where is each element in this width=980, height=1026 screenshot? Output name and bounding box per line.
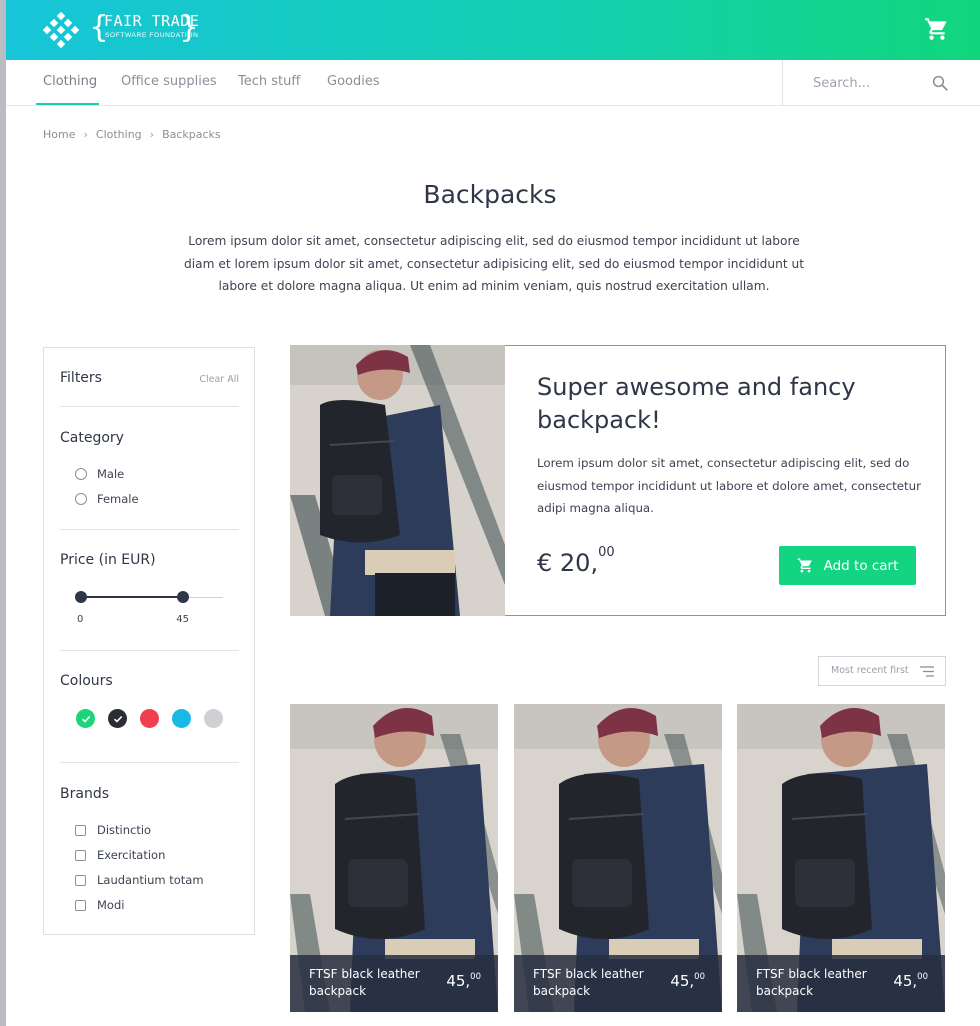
price-min-value: 0 — [77, 614, 84, 625]
tab-office-supplies[interactable]: Office supplies — [121, 60, 217, 106]
product-price-cents: 00 — [694, 972, 705, 982]
brand-checkbox-laudantium[interactable]: Laudantium totam — [75, 871, 204, 889]
featured-title: Super awesome and fancy backpack! — [537, 373, 856, 434]
cart-icon — [797, 558, 812, 573]
product-price-main: 45, — [446, 972, 471, 990]
breadcrumb-home[interactable]: Home — [43, 128, 75, 141]
divider — [60, 762, 239, 763]
colour-swatch-black[interactable] — [108, 709, 127, 728]
add-to-cart-button[interactable]: Add to cart — [779, 546, 916, 585]
window-edge — [0, 0, 6, 1026]
colour-swatch-cyan[interactable] — [172, 709, 191, 728]
checkbox-label: Distinctio — [97, 823, 152, 837]
chevron-right-icon: › — [83, 128, 88, 141]
divider — [60, 406, 239, 407]
product-price-cents: 00 — [917, 972, 928, 982]
filters-title: Filters — [60, 370, 102, 386]
logo-brace-close: } — [180, 10, 199, 45]
radio-button[interactable] — [75, 493, 87, 505]
brands-title: Brands — [60, 786, 109, 802]
product-price-cents: 00 — [470, 972, 481, 982]
colours-title: Colours — [60, 673, 113, 689]
category-nav: Clothing Office supplies Tech stuff Good… — [6, 60, 980, 106]
tab-goodies[interactable]: Goodies — [327, 60, 380, 106]
product-price-main: 45, — [893, 972, 918, 990]
divider — [60, 650, 239, 651]
page-intro: Lorem ipsum dolor sit amet, consectetur … — [183, 234, 804, 293]
clear-all-button[interactable]: Clear All — [199, 374, 239, 385]
page-title: Backpacks — [423, 180, 557, 209]
tab-clothing[interactable]: Clothing — [43, 60, 97, 106]
search-icon[interactable] — [931, 74, 949, 92]
featured-product-image[interactable] — [290, 345, 505, 616]
breadcrumb: Home › Clothing › Backpacks — [43, 128, 221, 141]
product-caption: FTSF black leather backpack 45,00 — [514, 955, 722, 1012]
brand-checkbox-exercitation[interactable]: Exercitation — [75, 846, 165, 864]
colour-swatch-grey[interactable] — [204, 709, 223, 728]
product-card[interactable]: FTSF black leather backpack 45,00 — [290, 704, 498, 1012]
checkbox[interactable] — [75, 899, 86, 911]
product-name: FTSF black leather backpack — [756, 967, 867, 998]
product-caption: FTSF black leather backpack 45,00 — [290, 955, 498, 1012]
colour-swatch-red[interactable] — [140, 709, 159, 728]
filters-panel: Filters Clear All Category Male Female P… — [43, 347, 255, 935]
search-input[interactable] — [813, 72, 933, 94]
divider — [60, 529, 239, 530]
price-slider-max-handle[interactable] — [177, 591, 190, 603]
checkbox[interactable] — [75, 824, 86, 836]
radio-button[interactable] — [75, 468, 87, 480]
colour-swatch-green[interactable] — [76, 709, 95, 728]
product-price-main: 45, — [670, 972, 695, 990]
sort-icon — [920, 666, 934, 677]
checkbox-label: Exercitation — [97, 848, 166, 862]
price-max-value: 45 — [176, 614, 189, 625]
sort-label: Most recent first — [831, 665, 909, 676]
brand-checkbox-modi[interactable]: Modi — [75, 896, 124, 914]
checkbox[interactable] — [75, 874, 86, 886]
featured-price: € 20,00 — [537, 545, 615, 577]
price-title: Price (in EUR) — [60, 552, 156, 568]
radio-label: Female — [97, 492, 139, 506]
check-icon — [81, 715, 90, 723]
breadcrumb-current: Backpacks — [162, 128, 221, 141]
product-price: 45,00 — [893, 972, 928, 990]
brand-checkbox-distinctio[interactable]: Distinctio — [75, 821, 151, 839]
product-card[interactable]: FTSF black leather backpack 45,00 — [514, 704, 722, 1012]
featured-price-cents: 00 — [598, 545, 615, 560]
add-to-cart-label: Add to cart — [823, 557, 899, 574]
product-name: FTSF black leather backpack — [309, 967, 420, 998]
sort-dropdown[interactable]: Most recent first — [818, 656, 946, 686]
product-caption: FTSF black leather backpack 45,00 — [737, 955, 945, 1012]
active-tab-indicator — [36, 103, 99, 105]
price-slider-min-handle[interactable] — [75, 591, 87, 603]
cart-icon[interactable] — [924, 16, 950, 42]
checkbox-label: Laudantium totam — [97, 873, 204, 887]
featured-product: Super awesome and fancy backpack! Lorem … — [290, 345, 946, 616]
checkbox-label: Modi — [97, 898, 125, 912]
radio-female[interactable]: Female — [75, 490, 139, 508]
breadcrumb-clothing[interactable]: Clothing — [96, 128, 142, 141]
logo-icon[interactable] — [43, 12, 79, 48]
product-price: 45,00 — [670, 972, 705, 990]
featured-description: Lorem ipsum dolor sit amet, consectetur … — [537, 456, 921, 515]
product-card[interactable]: FTSF black leather backpack 45,00 — [737, 704, 945, 1012]
chevron-right-icon: › — [149, 128, 155, 141]
radio-label: Male — [97, 467, 125, 481]
search-box — [782, 60, 980, 106]
category-title: Category — [60, 430, 124, 446]
product-price: 45,00 — [446, 972, 481, 990]
featured-price-main: € 20, — [537, 549, 599, 577]
top-header: { FAIR TRADE SOFTWARE FOUNDATION } — [6, 0, 980, 60]
check-icon — [113, 715, 122, 723]
price-slider-range — [81, 596, 184, 598]
radio-male[interactable]: Male — [75, 465, 124, 483]
checkbox[interactable] — [75, 849, 86, 861]
tab-tech-stuff[interactable]: Tech stuff — [238, 60, 300, 106]
product-name: FTSF black leather backpack — [533, 967, 644, 998]
